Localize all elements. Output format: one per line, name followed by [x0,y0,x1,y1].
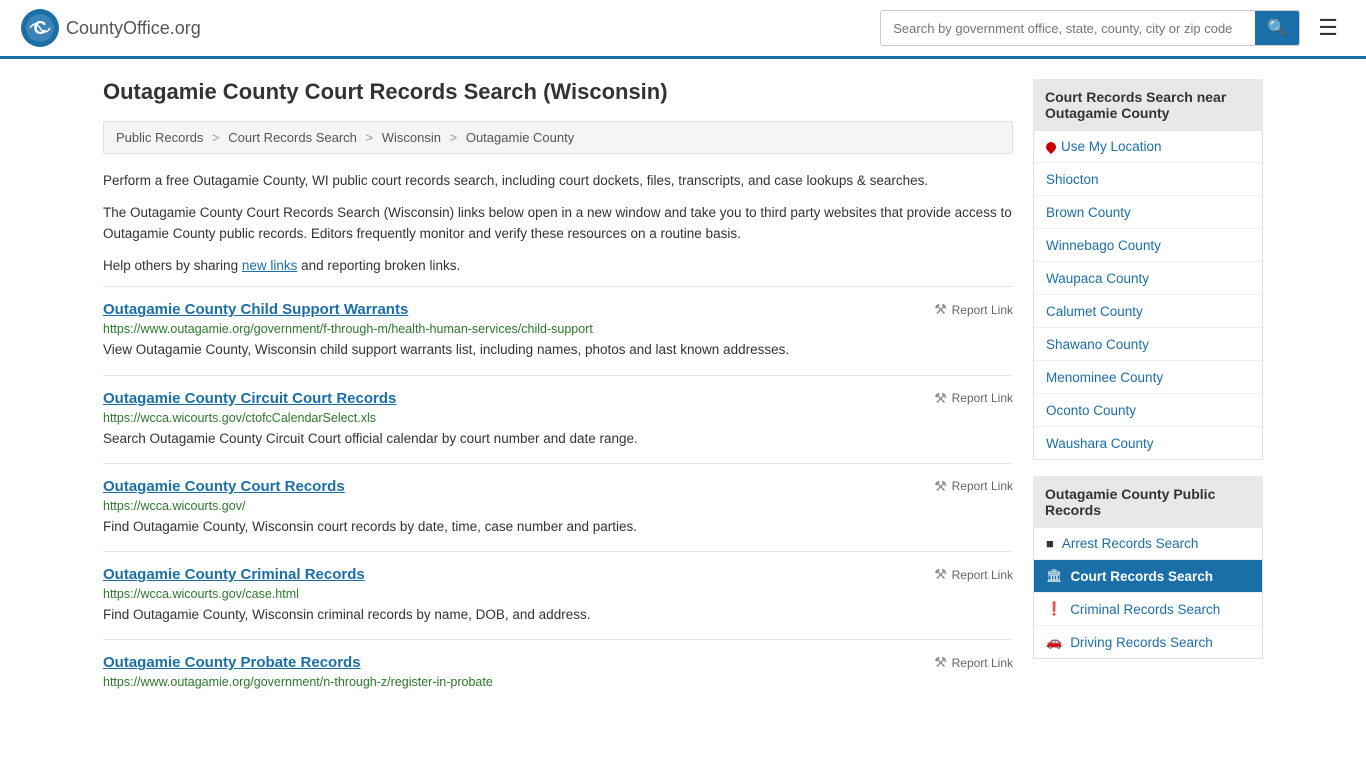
record-item-0[interactable]: Arrest Records Search [1062,536,1199,551]
list-item: Winnebago County [1034,229,1262,262]
rec-icon-0: ■ [1046,536,1054,551]
list-item: Brown County [1034,196,1262,229]
link-url-0: https://www.outagamie.org/government/f-t… [103,322,1013,336]
report-link-1[interactable]: ⚒ Report Link [934,390,1013,407]
breadcrumb-wisconsin[interactable]: Wisconsin [382,130,441,145]
nearby-item-3[interactable]: Winnebago County [1046,238,1161,253]
list-item: Shiocton [1034,163,1262,196]
record-item-3[interactable]: Driving Records Search [1070,635,1213,650]
sidebar: Court Records Search near Outagamie Coun… [1033,79,1263,707]
list-item: Waushara County [1034,427,1262,459]
breadcrumb: Public Records > Court Records Search > … [103,121,1013,154]
sidebar-nearby: Court Records Search near Outagamie Coun… [1033,79,1263,460]
menu-button[interactable]: ☰ [1310,11,1346,45]
rec-icon-3: 🚗 [1046,634,1062,650]
list-item: Outagamie County Child Support Warrants … [103,286,1013,374]
rec-icon-1: 🏛 [1046,568,1063,584]
link-title-0[interactable]: Outagamie County Child Support Warrants [103,301,408,318]
search-bar: 🔍 [880,10,1300,46]
sidebar-records: Outagamie County Public Records ■ Arrest … [1033,476,1263,659]
link-url-1: https://wcca.wicourts.gov/ctofcCalendarS… [103,411,1013,425]
record-item-2[interactable]: Criminal Records Search [1070,602,1220,617]
link-title-2[interactable]: Outagamie County Court Records [103,478,345,495]
sidebar-nearby-heading: Court Records Search near Outagamie Coun… [1033,79,1263,131]
report-link-2[interactable]: ⚒ Report Link [934,478,1013,495]
description-2: The Outagamie County Court Records Searc… [103,202,1013,245]
record-item-1[interactable]: Court Records Search [1071,569,1214,584]
report-link-3[interactable]: ⚒ Report Link [934,566,1013,583]
link-url-2: https://wcca.wicourts.gov/ [103,499,1013,513]
description-3: Help others by sharing new links and rep… [103,255,1013,277]
report-icon-4: ⚒ [934,654,947,671]
nearby-item-8[interactable]: Oconto County [1046,403,1136,418]
logo-text: CountyOffice.org [66,18,201,39]
list-item: 🏛 Court Records Search [1034,560,1262,593]
description-1: Perform a free Outagamie County, WI publ… [103,170,1013,192]
search-input[interactable] [881,14,1255,43]
link-title-1[interactable]: Outagamie County Circuit Court Records [103,390,396,407]
nearby-item-5[interactable]: Calumet County [1046,304,1143,319]
link-desc-2: Find Outagamie County, Wisconsin court r… [103,517,1013,537]
list-item: Menominee County [1034,361,1262,394]
nearby-item-6[interactable]: Shawano County [1046,337,1149,352]
list-item: 🚗 Driving Records Search [1034,626,1262,658]
sidebar-records-heading: Outagamie County Public Records [1033,476,1263,528]
logo[interactable]: C CountyOffice.org [20,8,201,48]
rec-icon-2: ❗ [1046,601,1062,617]
new-links[interactable]: new links [242,258,298,273]
use-my-location[interactable]: Use My Location [1046,139,1250,154]
list-item: Outagamie County Probate Records ⚒ Repor… [103,639,1013,707]
link-title-3[interactable]: Outagamie County Criminal Records [103,566,365,583]
report-link-4[interactable]: ⚒ Report Link [934,654,1013,671]
links-list: Outagamie County Child Support Warrants … [103,286,1013,707]
search-button[interactable]: 🔍 [1255,11,1299,45]
location-icon [1044,139,1058,153]
breadcrumb-outagamie[interactable]: Outagamie County [466,130,574,145]
breadcrumb-public-records[interactable]: Public Records [116,130,203,145]
nearby-item-1[interactable]: Shiocton [1046,172,1099,187]
list-item: ■ Arrest Records Search [1034,528,1262,560]
link-desc-1: Search Outagamie County Circuit Court of… [103,429,1013,449]
list-item: Outagamie County Criminal Records ⚒ Repo… [103,551,1013,639]
breadcrumb-court-records[interactable]: Court Records Search [228,130,357,145]
list-item: Shawano County [1034,328,1262,361]
report-link-0[interactable]: ⚒ Report Link [934,301,1013,318]
link-title-4[interactable]: Outagamie County Probate Records [103,654,361,671]
page-title: Outagamie County Court Records Search (W… [103,79,1013,105]
nearby-item-7[interactable]: Menominee County [1046,370,1163,385]
nearby-item-2[interactable]: Brown County [1046,205,1131,220]
list-item: ❗ Criminal Records Search [1034,593,1262,626]
report-icon-0: ⚒ [934,301,947,318]
link-url-3: https://wcca.wicourts.gov/case.html [103,587,1013,601]
nearby-item-4[interactable]: Waupaca County [1046,271,1149,286]
nearby-list: Use My Location Shiocton Brown County Winne… [1033,131,1263,460]
list-item: Outagamie County Court Records ⚒ Report … [103,463,1013,551]
list-item: Calumet County [1034,295,1262,328]
nearby-item-9[interactable]: Waushara County [1046,436,1154,451]
report-icon-2: ⚒ [934,478,947,495]
list-item: Outagamie County Circuit Court Records ⚒… [103,375,1013,463]
report-icon-3: ⚒ [934,566,947,583]
link-url-4: https://www.outagamie.org/government/n-t… [103,675,1013,689]
report-icon-1: ⚒ [934,390,947,407]
list-item: Waupaca County [1034,262,1262,295]
list-item: Use My Location [1034,131,1262,163]
list-item: Oconto County [1034,394,1262,427]
records-list: ■ Arrest Records Search 🏛 Court Records Sea… [1033,528,1263,659]
link-desc-0: View Outagamie County, Wisconsin child s… [103,340,1013,360]
link-desc-3: Find Outagamie County, Wisconsin crimina… [103,605,1013,625]
